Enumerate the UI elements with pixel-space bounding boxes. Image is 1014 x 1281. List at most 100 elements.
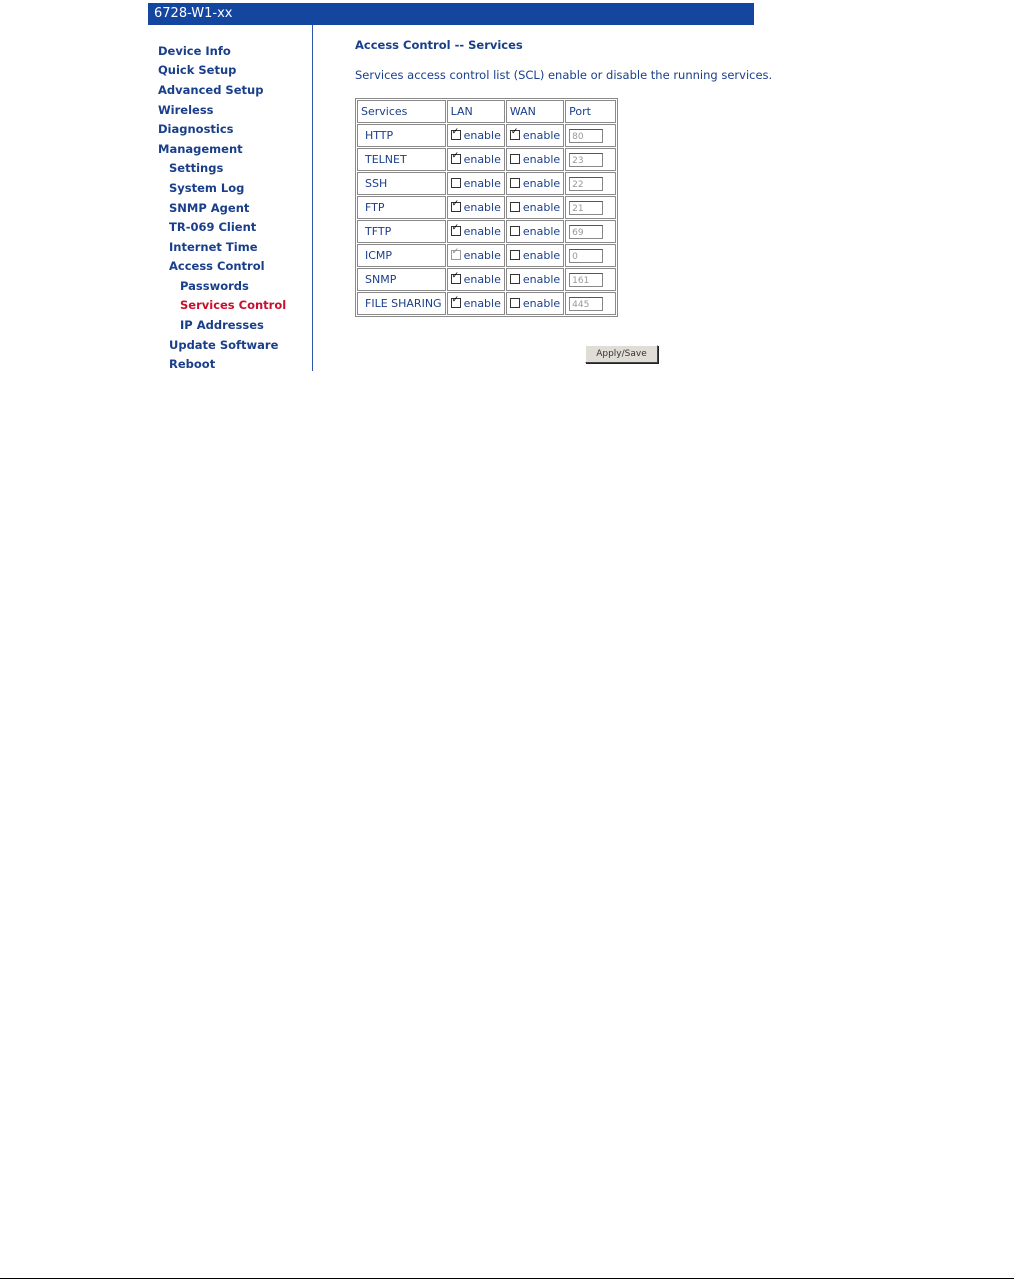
port-cell: 69: [565, 220, 617, 243]
service-name: FILE SHARING: [357, 292, 446, 315]
port-input[interactable]: 69: [569, 224, 604, 239]
port-input[interactable]: 23: [569, 152, 604, 167]
lan-cell: enable: [446, 172, 505, 195]
lan-enable-label: enable: [463, 153, 501, 166]
sidebar-item-ip-addresses[interactable]: IP Addresses: [180, 318, 264, 332]
lan-enable-checkbox[interactable]: [450, 151, 461, 164]
sidebar-item-tr069-client[interactable]: TR-069 Client: [169, 220, 256, 234]
app-title: 6728-W1-xx: [154, 6, 233, 21]
wan-enable-label: enable: [522, 249, 561, 262]
lan-cell: enable: [446, 268, 505, 291]
service-name: FTP: [357, 196, 446, 219]
window-title-bar: 6728-W1-xx: [148, 3, 754, 25]
lan-cell: enable: [446, 220, 505, 243]
table-row: HTTP enable enable 80: [357, 124, 617, 147]
wan-enable-label: enable: [522, 273, 561, 286]
lan-cell: enable: [446, 196, 505, 219]
page-description: Services access control list (SCL) enabl…: [355, 68, 773, 82]
lan-enable-checkbox[interactable]: [450, 178, 461, 188]
wan-cell: enable: [505, 268, 565, 291]
wan-cell: enable: [505, 148, 565, 171]
sidebar-item-internet-time[interactable]: Internet Time: [169, 240, 258, 254]
port-input[interactable]: 80: [569, 128, 604, 143]
table-header-row: Services LAN WAN Port: [357, 100, 617, 123]
services-table: Services LAN WAN Port HTTP enable enable 80…: [355, 98, 619, 317]
sidebar-item-device-info[interactable]: Device Info: [158, 44, 231, 58]
port-input[interactable]: 445: [569, 296, 604, 311]
sidebar-item-services-control[interactable]: Services Control: [180, 298, 286, 312]
sidebar-item-access-control[interactable]: Access Control: [169, 259, 265, 273]
wan-enable-checkbox[interactable]: [509, 154, 520, 164]
sidebar-item-passwords[interactable]: Passwords: [180, 279, 249, 293]
lan-cell: enable: [446, 292, 505, 315]
lan-enable-label: enable: [463, 225, 501, 238]
port-cell: 21: [565, 196, 617, 219]
wan-enable-checkbox[interactable]: [509, 127, 520, 140]
lan-enable-label: enable: [463, 201, 501, 214]
port-cell: 0: [565, 244, 617, 267]
wan-cell: enable: [505, 172, 565, 195]
page-divider: [0, 1278, 1014, 1279]
sidebar-item-reboot[interactable]: Reboot: [169, 357, 215, 371]
column-header-services: Services: [357, 100, 446, 123]
lan-enable-checkbox[interactable]: [450, 199, 461, 212]
sidebar-item-snmp-agent[interactable]: SNMP Agent: [169, 201, 249, 215]
wan-enable-checkbox[interactable]: [509, 250, 520, 260]
wan-enable-checkbox[interactable]: [509, 298, 520, 308]
lan-cell: enable: [446, 124, 505, 147]
wan-cell: enable: [505, 292, 565, 315]
port-cell: 445: [565, 292, 617, 315]
wan-enable-label: enable: [522, 297, 561, 310]
wan-enable-checkbox[interactable]: [509, 202, 520, 212]
port-input[interactable]: 161: [569, 272, 604, 287]
sidebar-item-management[interactable]: Management: [158, 142, 243, 156]
wan-enable-label: enable: [522, 153, 561, 166]
table-row: SSH enable enable 22: [357, 172, 617, 195]
column-header-lan: LAN: [446, 100, 505, 123]
table-row: TELNET enable enable 23: [357, 148, 617, 171]
sidebar-item-advanced-setup[interactable]: Advanced Setup: [158, 83, 263, 97]
sidebar-item-settings[interactable]: Settings: [169, 161, 223, 175]
sidebar-item-diagnostics[interactable]: Diagnostics: [158, 122, 234, 136]
lan-enable-label: enable: [463, 273, 501, 286]
wan-enable-label: enable: [522, 129, 561, 142]
table-row: SNMP enable enable 161: [357, 268, 617, 291]
wan-enable-label: enable: [522, 201, 561, 214]
apply-save-button[interactable]: Apply/Save: [585, 345, 658, 363]
wan-enable-checkbox[interactable]: [509, 226, 520, 236]
sidebar-item-quick-setup[interactable]: Quick Setup: [158, 63, 236, 77]
port-cell: 161: [565, 268, 617, 291]
port-input[interactable]: 21: [569, 200, 604, 215]
wan-enable-label: enable: [522, 177, 561, 190]
port-input[interactable]: 22: [569, 176, 604, 191]
lan-enable-checkbox[interactable]: [450, 127, 461, 140]
wan-enable-checkbox[interactable]: [509, 274, 520, 284]
wan-enable-checkbox[interactable]: [509, 178, 520, 188]
lan-enable-checkbox[interactable]: [450, 271, 461, 284]
sidebar-item-wireless[interactable]: Wireless: [158, 103, 214, 117]
lan-enable-checkbox: [450, 247, 461, 260]
service-name: SSH: [357, 172, 446, 195]
port-input[interactable]: 0: [569, 248, 604, 263]
column-header-wan: WAN: [505, 100, 565, 123]
port-cell: 22: [565, 172, 617, 195]
service-name: HTTP: [357, 124, 446, 147]
wan-cell: enable: [505, 220, 565, 243]
wan-cell: enable: [505, 196, 565, 219]
column-header-port: Port: [565, 100, 617, 123]
sidebar-item-system-log[interactable]: System Log: [169, 181, 244, 195]
table-row: FTP enable enable 21: [357, 196, 617, 219]
service-name: TFTP: [357, 220, 446, 243]
lan-enable-checkbox[interactable]: [450, 223, 461, 236]
service-name: TELNET: [357, 148, 446, 171]
lan-enable-label: enable: [463, 177, 501, 190]
port-cell: 80: [565, 124, 617, 147]
sidebar-item-update-software[interactable]: Update Software: [169, 338, 278, 352]
lan-enable-label: enable: [463, 297, 501, 310]
lan-enable-checkbox[interactable]: [450, 295, 461, 308]
lan-enable-label: enable: [463, 129, 501, 142]
service-name: ICMP: [357, 244, 446, 267]
port-cell: 23: [565, 148, 617, 171]
table-row: FILE SHARING enable enable 445: [357, 292, 617, 315]
table-row: ICMP enable enable 0: [357, 244, 617, 267]
